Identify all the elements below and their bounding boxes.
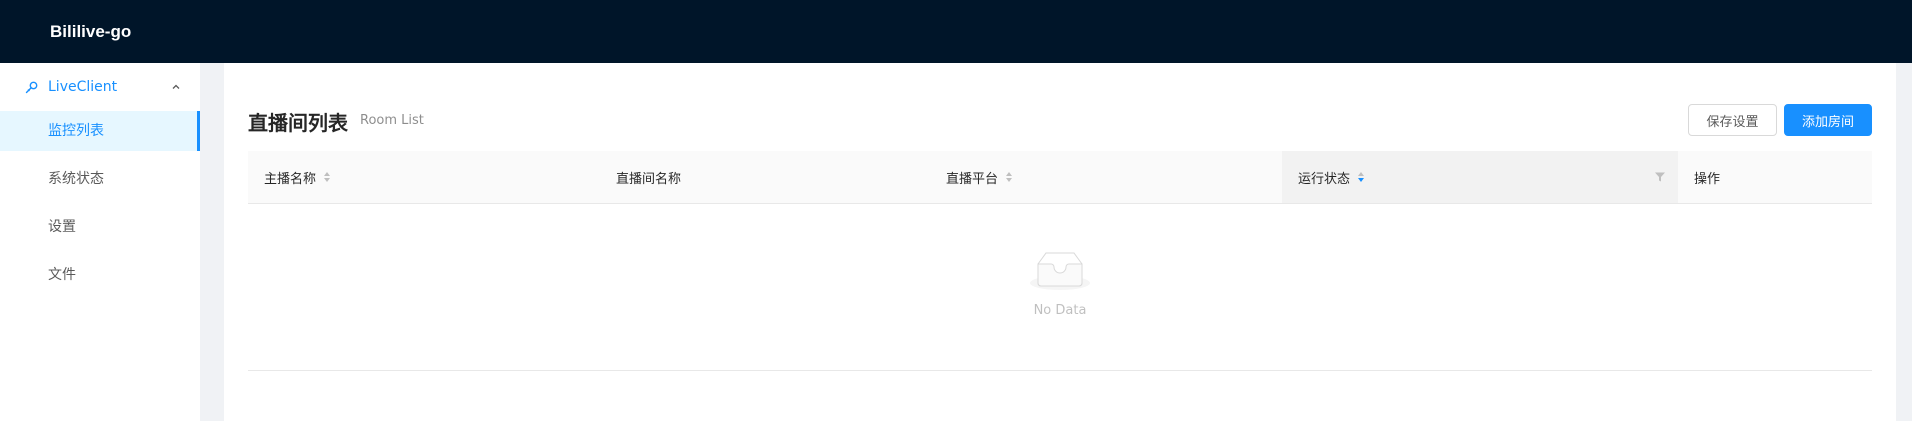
page-title: 直播间列表	[248, 111, 348, 135]
app-title[interactable]: Bililive-go	[50, 22, 131, 42]
empty-text: No Data	[1033, 303, 1087, 318]
sidebar-item-system-status[interactable]: 系统状态	[0, 159, 200, 199]
page-header: 直播间列表 Room List 保存设置 添加房间	[248, 103, 1872, 139]
table-header: 主播名称 直播间名称 直播平台 运行状态 操作	[248, 151, 1872, 204]
chevron-up-icon	[170, 81, 182, 93]
column-header-status[interactable]: 运行状态	[1282, 151, 1678, 203]
scrollbar-track[interactable]	[1896, 63, 1912, 421]
column-label: 运行状态	[1298, 171, 1351, 187]
sidebar-item-label: 设置	[48, 219, 76, 235]
save-settings-button[interactable]: 保存设置	[1688, 104, 1777, 136]
column-label: 直播间名称	[616, 171, 682, 187]
sidebar: LiveClient 监控列表 系统状态 设置 文件	[0, 63, 200, 421]
column-header-room-name: 直播间名称	[600, 151, 930, 203]
table-empty-state: No Data	[248, 204, 1872, 371]
column-label: 主播名称	[264, 171, 317, 187]
sort-icon[interactable]	[1358, 172, 1365, 182]
column-header-streamer[interactable]: 主播名称	[248, 151, 600, 203]
sidebar-group-liveclient[interactable]: LiveClient	[0, 63, 200, 111]
sidebar-item-monitor-list[interactable]: 监控列表	[0, 111, 200, 151]
sidebar-group-label: LiveClient	[48, 79, 118, 95]
column-header-actions: 操作	[1678, 151, 1872, 203]
column-label: 直播平台	[946, 171, 999, 187]
column-label: 操作	[1694, 171, 1721, 187]
sidebar-item-files[interactable]: 文件	[0, 255, 200, 295]
top-header: Bililive-go	[0, 0, 1912, 63]
main-content: 直播间列表 Room List 保存设置 添加房间 主播名称 直播间名称 直播平…	[224, 63, 1896, 421]
sidebar-item-label: 系统状态	[48, 171, 104, 187]
add-room-button[interactable]: 添加房间	[1784, 104, 1872, 136]
sort-icon[interactable]	[1006, 172, 1013, 182]
sidebar-item-label: 监控列表	[48, 123, 104, 139]
column-header-platform[interactable]: 直播平台	[930, 151, 1282, 203]
sidebar-item-label: 文件	[48, 267, 76, 283]
sort-icon[interactable]	[324, 172, 331, 182]
filter-icon[interactable]	[1654, 171, 1666, 183]
sidebar-item-settings[interactable]: 设置	[0, 207, 200, 247]
inbox-icon	[1028, 250, 1092, 295]
api-icon	[24, 79, 40, 95]
room-table: 主播名称 直播间名称 直播平台 运行状态 操作 No Data	[248, 151, 1872, 371]
page-subtitle: Room List	[360, 113, 424, 128]
